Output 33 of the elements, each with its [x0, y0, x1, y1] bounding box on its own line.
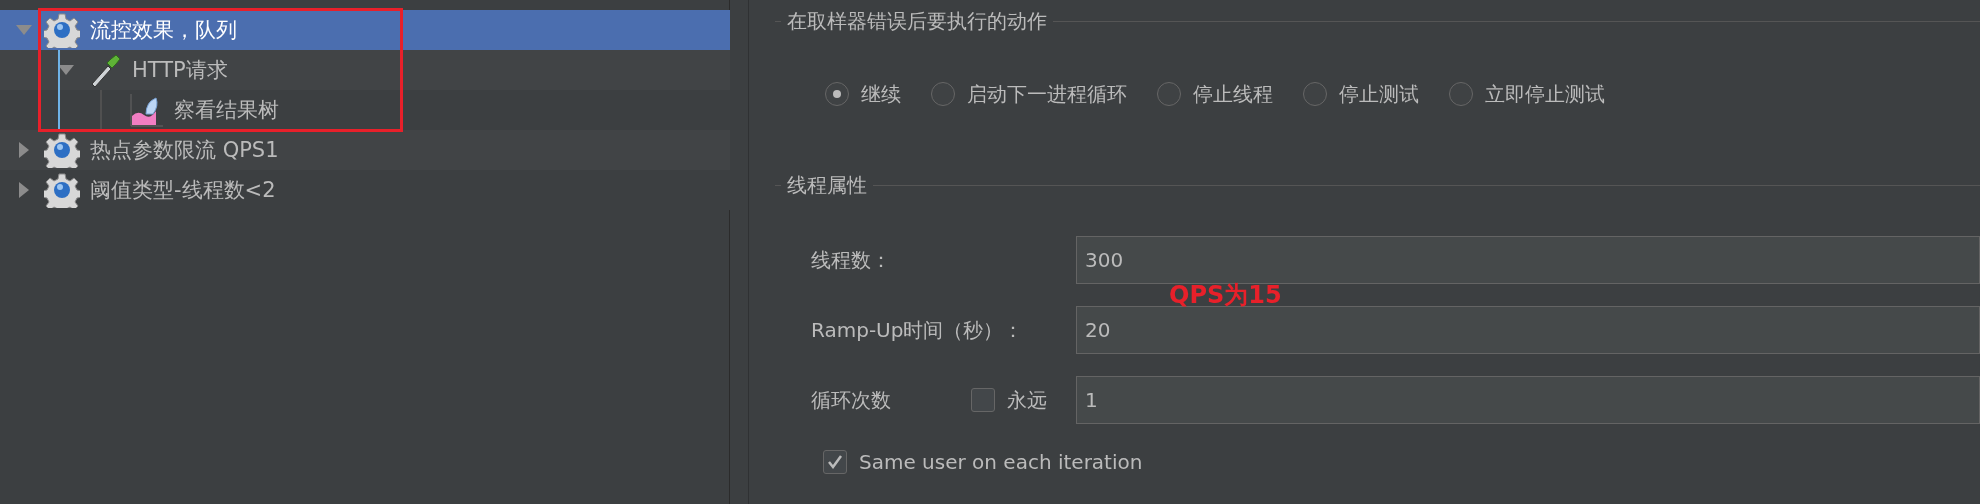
field-label: 线程数： [811, 246, 892, 274]
radio-button[interactable] [1157, 82, 1181, 106]
check-icon [827, 455, 843, 469]
field-label: Ramp-Up时间（秒）： [811, 316, 1025, 344]
radio-button[interactable] [931, 82, 955, 106]
chart-icon [128, 92, 164, 128]
section-title: 线程属性 [787, 171, 867, 199]
checkbox-label[interactable]: Same user on each iteration [859, 450, 1143, 474]
radio-option[interactable]: 停止线程 [1157, 80, 1273, 108]
input-field[interactable]: 1 [1076, 376, 1980, 424]
radio-option[interactable]: 启动下一进程循环 [931, 80, 1127, 108]
input-field[interactable]: 20 [1076, 306, 1980, 354]
radio-option[interactable]: 继续 [825, 80, 901, 108]
gear-icon [44, 12, 80, 48]
checkbox-label[interactable]: 永远 [1007, 386, 1047, 414]
checkbox[interactable] [823, 450, 847, 474]
tree-item[interactable]: 流控效果，队列 [0, 10, 730, 50]
radio-button[interactable] [1303, 82, 1327, 106]
tree-item[interactable]: 热点参数限流 QPS1 [0, 130, 730, 170]
expand-arrow-icon[interactable] [19, 142, 29, 158]
gear-icon [44, 132, 80, 168]
tree-item[interactable]: HTTP请求 [0, 50, 730, 90]
input-field[interactable]: 300 [1076, 236, 1980, 284]
collapse-arrow-icon[interactable] [58, 65, 74, 75]
radio-button[interactable] [825, 82, 849, 106]
field-label: 循环次数 [811, 386, 892, 414]
radio-option[interactable]: 立即停止测试 [1449, 80, 1605, 108]
expand-arrow-icon[interactable] [19, 182, 29, 198]
radio-option[interactable]: 停止测试 [1303, 80, 1419, 108]
checkbox[interactable] [971, 388, 995, 412]
radio-button[interactable] [1449, 82, 1473, 106]
gear-icon [44, 172, 80, 208]
section-title: 在取样器错误后要执行的动作 [787, 7, 1047, 35]
